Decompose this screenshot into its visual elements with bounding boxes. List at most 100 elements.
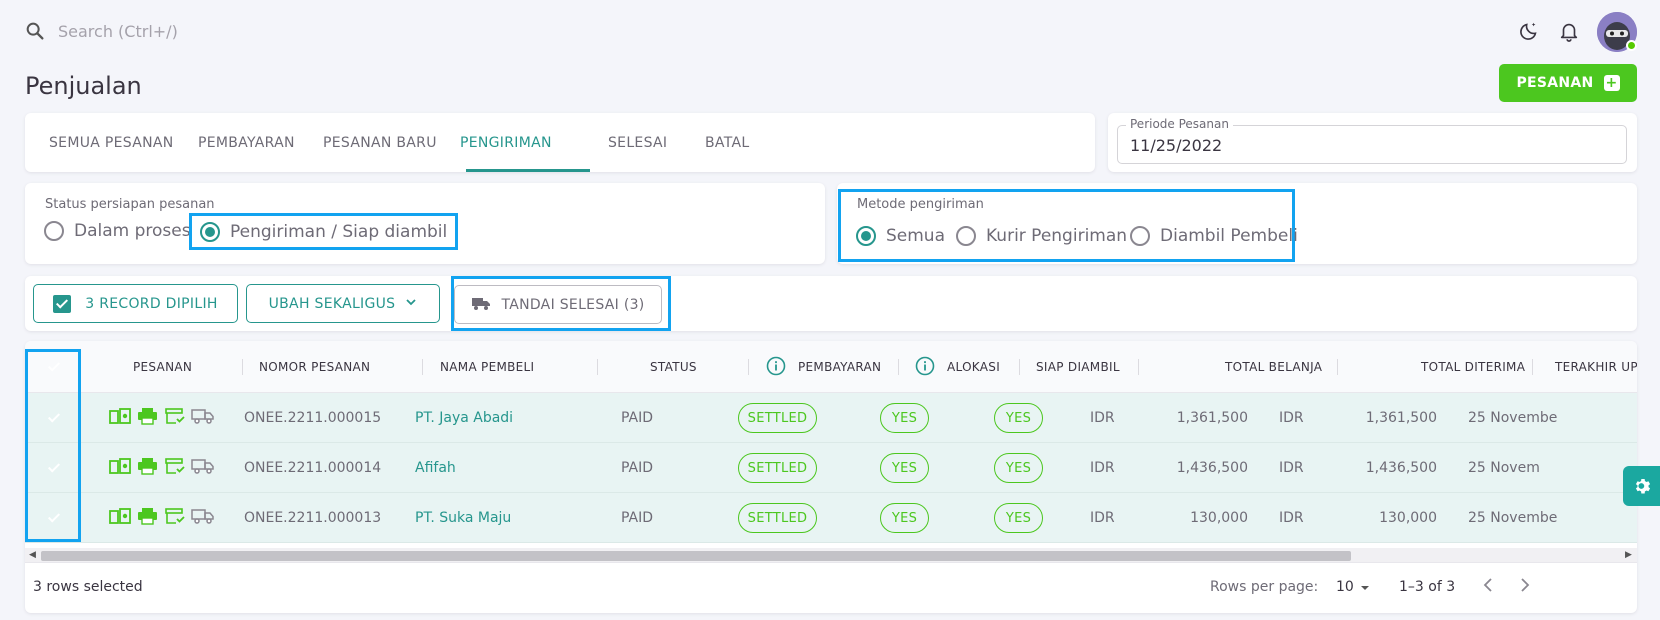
currency: IDR — [1090, 510, 1115, 526]
radio-label: Semua — [886, 226, 946, 246]
last-updated: 25 Novem — [1468, 460, 1540, 476]
col-total-diterima[interactable]: TOTAL DITERIMA — [1421, 341, 1525, 393]
order-tabs: SEMUA PESANAN PEMBAYARAN PESANAN BARU PE… — [25, 113, 1095, 172]
info-icon[interactable] — [766, 356, 786, 379]
mark-done-label: TANDAI SELESAI (3) — [501, 296, 645, 313]
radio-label: Pengiriman / Siap diambil — [230, 221, 448, 242]
radio-unchecked-icon — [956, 226, 976, 246]
scroll-right-icon[interactable]: ▶ — [1625, 550, 1632, 560]
checkbox-column-highlight — [25, 349, 81, 542]
row-action-icons — [109, 443, 221, 493]
next-page-icon[interactable] — [1518, 575, 1532, 599]
col-terakhir-update[interactable]: TERAKHIR UPI — [1555, 341, 1637, 393]
radio-diambil-pembeli[interactable]: Diambil Pembeli — [1130, 226, 1298, 246]
new-order-label: PESANAN — [1516, 75, 1594, 91]
radio-semua[interactable]: Semua — [856, 226, 945, 246]
currency: IDR — [1279, 510, 1304, 526]
truck-icon[interactable] — [191, 407, 215, 429]
bell-icon[interactable] — [1555, 17, 1583, 45]
allocation-badge-cell: YES — [880, 393, 929, 443]
footer-divider — [25, 562, 1637, 563]
col-alokasi[interactable]: ALOKASI — [915, 341, 1000, 393]
col-nama-pembeli[interactable]: NAMA PEMBELI — [440, 341, 534, 393]
payment-badge-cell: SETTLED — [738, 493, 817, 543]
tab-semua-pesanan[interactable]: SEMUA PESANAN — [49, 113, 174, 172]
buyer-name[interactable]: Afifah — [415, 443, 456, 493]
payment-badge: SETTLED — [738, 503, 817, 533]
table-row[interactable]: ONEE.2211.000014 Afifah PAID SETTLED YES… — [25, 443, 1637, 493]
truck-icon[interactable] — [191, 457, 215, 479]
tab-pengiriman[interactable]: PENGIRIMAN — [460, 113, 552, 172]
print-icon[interactable] — [137, 457, 159, 479]
rows-selected-text: 3 rows selected — [33, 579, 143, 595]
rows-per-page-select[interactable]: 10 — [1336, 579, 1370, 599]
col-pesanan[interactable]: PESANAN — [133, 341, 192, 393]
orders-table: PESANAN NOMOR PESANAN NAMA PEMBELI STATU… — [25, 341, 1637, 613]
last-updated: 25 Novembe — [1468, 410, 1558, 426]
scroll-left-icon[interactable]: ◀ — [29, 550, 36, 560]
settings-gear-icon[interactable] — [1623, 466, 1660, 506]
radio-unchecked-icon — [1130, 226, 1150, 246]
total-spent: 1,436,500 — [1176, 460, 1248, 476]
checklist-icon[interactable] — [165, 457, 185, 479]
payment-badge: SETTLED — [738, 453, 817, 483]
allocation-badge: YES — [880, 453, 929, 483]
order-status: PAID — [621, 460, 654, 476]
chevron-down-icon — [405, 296, 417, 312]
ready-badge: YES — [994, 403, 1043, 433]
col-alokasi-label: ALOKASI — [947, 360, 1001, 374]
tab-pesanan-baru[interactable]: PESANAN BARU — [323, 113, 437, 172]
radio-pengiriman-siap-diambil[interactable]: Pengiriman / Siap diambil — [189, 213, 459, 250]
radio-kurir-pengiriman[interactable]: Kurir Pengiriman — [956, 226, 1127, 246]
rows-per-page-value: 10 — [1336, 579, 1354, 595]
buyer-name[interactable]: PT. Suka Maju — [415, 493, 511, 543]
search-icon — [26, 22, 44, 40]
col-status[interactable]: STATUS — [650, 341, 697, 393]
new-order-button[interactable]: PESANAN + — [1499, 64, 1637, 102]
radio-checked-icon — [856, 226, 876, 246]
records-selected-button[interactable]: 3 RECORD DIPILIH — [33, 284, 238, 323]
checklist-icon[interactable] — [165, 507, 185, 529]
col-total-belanja[interactable]: TOTAL BELANJA — [1225, 341, 1322, 393]
col-pembayaran-label: PEMBAYARAN — [798, 360, 882, 374]
money-icon[interactable] — [109, 508, 131, 528]
currency: IDR — [1090, 460, 1115, 476]
info-icon[interactable] — [915, 356, 935, 379]
records-selected-label: 3 RECORD DIPILIH — [85, 295, 218, 312]
radio-dalam-proses[interactable]: Dalam proses — [44, 221, 191, 241]
order-number: ONEE.2211.000013 — [244, 510, 382, 526]
mark-done-button[interactable]: TANDAI SELESAI (3) — [454, 285, 662, 324]
col-nomor-pesanan[interactable]: NOMOR PESANAN — [259, 341, 370, 393]
ready-badge: YES — [994, 453, 1043, 483]
online-status-dot — [1626, 40, 1637, 51]
prev-page-icon[interactable] — [1481, 575, 1495, 599]
order-status: PAID — [621, 510, 654, 526]
table-row[interactable]: ONEE.2211.000015 PT. Jaya Abadi PAID SET… — [25, 393, 1637, 443]
tab-pembayaran[interactable]: PEMBAYARAN — [198, 113, 295, 172]
buyer-name[interactable]: PT. Jaya Abadi — [415, 393, 513, 443]
radio-label: Dalam proses — [74, 221, 191, 241]
radio-label: Kurir Pengiriman — [986, 226, 1128, 246]
col-pembayaran[interactable]: PEMBAYARAN — [766, 341, 881, 393]
order-status: PAID — [621, 410, 654, 426]
page-title: Penjualan — [25, 72, 142, 100]
period-value[interactable]: 11/25/2022 — [1130, 136, 1222, 155]
print-icon[interactable] — [137, 407, 159, 429]
order-number: ONEE.2211.000014 — [244, 460, 382, 476]
tab-batal[interactable]: BATAL — [705, 113, 749, 172]
theme-toggle-icon[interactable] — [1515, 17, 1543, 45]
payment-badge-cell: SETTLED — [738, 443, 817, 493]
last-updated: 25 Novembe — [1468, 510, 1558, 526]
col-siap-diambil[interactable]: SIAP DIAMBIL — [1036, 341, 1120, 393]
search-input[interactable] — [58, 18, 478, 44]
truck-icon[interactable] — [191, 507, 215, 529]
money-icon[interactable] — [109, 458, 131, 478]
checklist-icon[interactable] — [165, 407, 185, 429]
money-icon[interactable] — [109, 408, 131, 428]
scrollbar-thumb[interactable] — [41, 551, 1351, 561]
print-icon[interactable] — [137, 507, 159, 529]
bulk-edit-button[interactable]: UBAH SEKALIGUS — [246, 284, 440, 323]
status-filter-label: Status persiapan pesanan — [45, 197, 215, 212]
tab-selesai[interactable]: SELESAI — [608, 113, 667, 172]
table-row[interactable]: ONEE.2211.000013 PT. Suka Maju PAID SETT… — [25, 493, 1637, 543]
